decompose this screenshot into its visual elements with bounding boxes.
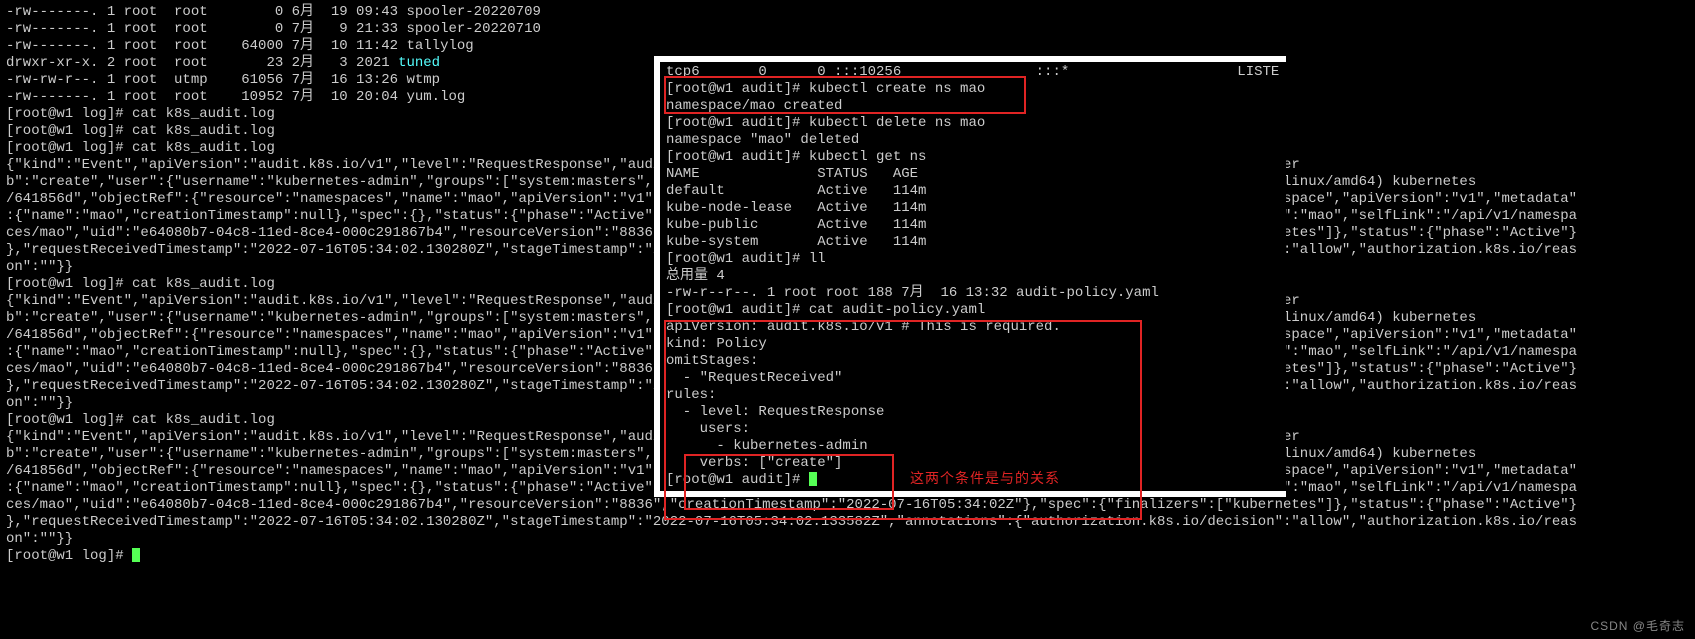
- terminal-line: -rw-r--r--. 1 root root 188 7月 16 13:32 …: [666, 285, 1280, 302]
- terminal-line: -rw-------. 1 root root 0 7月 9 21:33 spo…: [6, 21, 1695, 38]
- annotation-box-policy-inner: [684, 454, 894, 510]
- terminal-line: [root@w1 log]#: [6, 548, 1695, 565]
- terminal-line: NAME STATUS AGE: [666, 166, 1280, 183]
- terminal-line: -rw-------. 1 root root 64000 7月 10 11:4…: [6, 38, 1695, 55]
- terminal-line: on":""}}: [6, 531, 1695, 548]
- terminal-line: [root@w1 audit]# ll: [666, 251, 1280, 268]
- terminal-line: default Active 114m: [666, 183, 1280, 200]
- terminal-line: [root@w1 audit]# cat audit-policy.yaml: [666, 302, 1280, 319]
- terminal-line: kube-system Active 114m: [666, 234, 1280, 251]
- annotation-label: 这两个条件是与的关系: [910, 470, 1060, 487]
- terminal-line: 总用量 4: [666, 268, 1280, 285]
- annotation-box-command: [664, 76, 1026, 114]
- terminal-line: [root@w1 audit]# kubectl get ns: [666, 149, 1280, 166]
- watermark: CSDN @毛奇志: [1590, 618, 1685, 635]
- terminal-line: namespace "mao" deleted: [666, 132, 1280, 149]
- cursor-icon: [132, 548, 140, 562]
- terminal-line: kube-public Active 114m: [666, 217, 1280, 234]
- terminal-line: kube-node-lease Active 114m: [666, 200, 1280, 217]
- terminal-line: [root@w1 audit]# kubectl delete ns mao: [666, 115, 1280, 132]
- terminal-line: -rw-------. 1 root root 0 6月 19 09:43 sp…: [6, 4, 1695, 21]
